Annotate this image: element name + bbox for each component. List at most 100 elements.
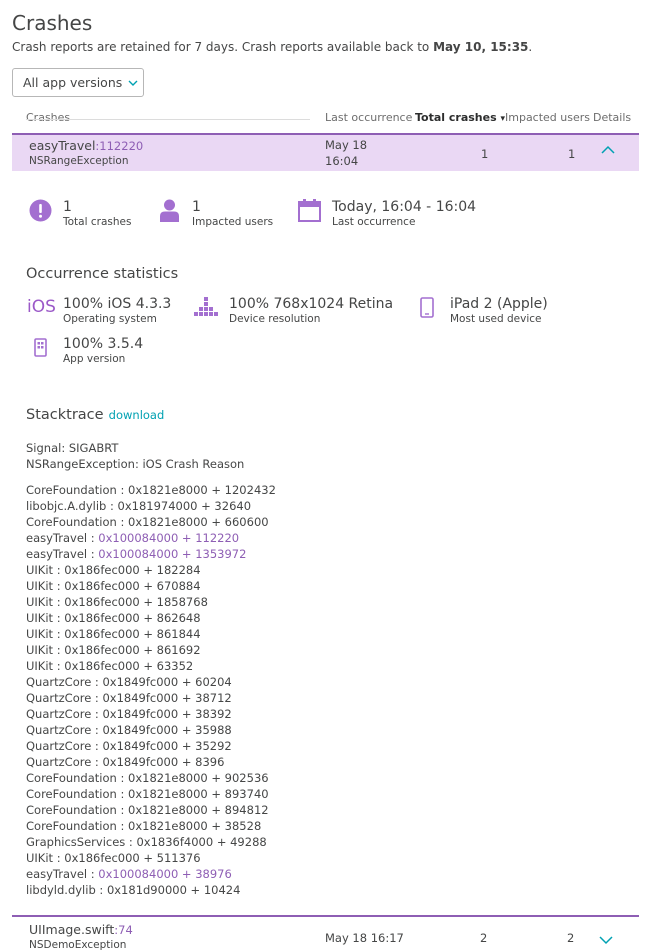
stack-frame-separator: : [53,563,65,577]
stack-frame: UIKit : 0x186fec000 + 670884 [26,579,201,593]
last-occurrence-label: Last occurrence [332,216,416,228]
stack-frame: UIKit : 0x186fec000 + 182284 [26,563,201,577]
stack-frame-separator: : [91,707,103,721]
stack-frame-address: 0x186fec000 + 862648 [64,611,201,625]
app-version-value: 100% 3.5.4 [63,336,144,352]
stack-frame-separator: : [95,883,107,897]
stack-frame-module: UIKit [26,595,54,609]
stack-frame-module: UIKit [26,643,54,657]
stack-frame: CoreFoundation : 0x1821e8000 + 902536 [26,771,269,785]
stack-frame-module: UIKit [26,627,54,641]
occurrence-heading: Occurrence statistics [26,266,179,282]
stack-frame-address: 0x181d90000 + 10424 [106,883,241,897]
stack-frame-address: 0x186fec000 + 1858768 [64,595,208,609]
crash-name-module: easyTravel [29,138,96,153]
app-version-icon [34,338,47,357]
tablet-icon [420,297,434,318]
stack-frame-module: UIKit [26,563,54,577]
crash-line-number: :112220 [95,139,144,153]
stack-frame-module: UIKit [26,611,54,625]
stack-frame-address[interactable]: 0x100084000 + 112220 [98,531,239,545]
stack-frame-address: 0x1821e8000 + 902536 [128,771,269,785]
stack-frame: QuartzCore : 0x1849fc000 + 35988 [26,723,232,737]
stack-frame: CoreFoundation : 0x1821e8000 + 660600 [26,515,269,529]
col-header-total-crashes[interactable]: Total crashes ▾ [415,111,505,124]
stack-frame-address[interactable]: 0x100084000 + 38976 [98,867,232,881]
retention-date: May 10, 15:35 [433,40,529,54]
ios-icon: iOS [27,297,56,317]
stack-frame: QuartzCore : 0x1849fc000 + 38392 [26,707,232,721]
stack-frame-address[interactable]: 0x100084000 + 1353972 [98,547,246,561]
stack-frame: QuartzCore : 0x1849fc000 + 8396 [26,755,224,769]
stack-frame: libobjc.A.dylib : 0x181974000 + 32640 [26,499,251,513]
stack-frame-address: 0x186fec000 + 861844 [64,627,201,641]
stack-frame: UIKit : 0x186fec000 + 862648 [26,611,201,625]
stack-frame-separator: : [116,787,128,801]
stack-frame: UIKit : 0x186fec000 + 63352 [26,659,193,673]
stack-frame-address: 0x1849fc000 + 38392 [102,707,232,721]
signal-line: Signal: SIGABRT [26,441,119,455]
col-header-total-crashes-label: Total crashes [415,111,497,124]
col-header-impacted-users[interactable]: Impacted users [505,111,590,124]
stack-frame-separator: : [53,659,65,673]
os-label: Operating system [63,313,157,325]
stack-frame-module: libdyld.dylib [26,883,96,897]
chevron-down-icon[interactable] [599,936,613,945]
stack-frame-separator: : [53,611,65,625]
stack-frame-module: QuartzCore [26,755,92,769]
stack-frame-separator: : [53,643,65,657]
crash-last-time: 16:04 [325,154,359,168]
chevron-up-icon[interactable] [601,145,615,154]
stack-frame-separator: : [125,835,137,849]
crash-name: easyTravel:112220 [29,138,143,153]
stack-frame-address: 0x1849fc000 + 35988 [102,723,232,737]
stack-frame: QuartzCore : 0x1849fc000 + 35292 [26,739,232,753]
stack-frame: QuartzCore : 0x1849fc000 + 38712 [26,691,232,705]
stack-frame-separator: : [106,499,118,513]
total-crashes-value: 1 [63,199,72,215]
app-version-select-value: All app versions [23,75,123,90]
stack-frame-separator: : [116,819,128,833]
stack-frame: UIKit : 0x186fec000 + 1858768 [26,595,208,609]
total-crashes-label: Total crashes [63,216,132,228]
stack-frame-module: CoreFoundation [26,787,117,801]
stack-frame-module: QuartzCore [26,723,92,737]
stack-frame-module: UIKit [26,659,54,673]
stack-frame-address: 0x1821e8000 + 893740 [128,787,269,801]
stack-frame-module: CoreFoundation [26,819,117,833]
resolution-label: Device resolution [229,313,321,325]
stack-frame: CoreFoundation : 0x1821e8000 + 893740 [26,787,269,801]
user-icon [160,199,179,222]
retention-note-text: Crash reports are retained for 7 days. C… [12,40,434,54]
stack-frame-address: 0x186fec000 + 182284 [64,563,201,577]
stack-frame-address: 0x186fec000 + 861692 [64,643,201,657]
app-version-select[interactable]: All app versions [12,68,144,97]
app-version-label: App version [63,353,126,365]
stack-frame-address: 0x1821e8000 + 660600 [128,515,269,529]
download-link[interactable]: download [109,408,165,422]
last-occurrence-value: Today, 16:04 - 16:04 [332,199,477,215]
crash-exception: NSRangeException [29,155,129,167]
stack-frame-address: 0x181974000 + 32640 [117,499,252,513]
stack-frame-separator: : [116,771,128,785]
stack-frame-address: 0x186fec000 + 670884 [64,579,201,593]
stack-frame-separator: : [87,531,99,545]
stack-frame-separator: : [53,595,65,609]
crash-total-2: 2 [480,931,488,945]
stack-frame-address: 0x1821e8000 + 894812 [128,803,269,817]
crash-exception-2: NSDemoException [29,939,127,951]
stack-frame-separator: : [91,675,103,689]
stack-frame-module: easyTravel [26,531,88,545]
stack-frame: QuartzCore : 0x1849fc000 + 60204 [26,675,232,689]
impacted-users-value: 1 [192,199,201,215]
crash-users: 1 [568,147,576,161]
stack-frame-separator: : [116,803,128,817]
stack-frame-address: 0x1849fc000 + 8396 [102,755,225,769]
stack-frame-address: 0x186fec000 + 63352 [64,659,194,673]
stack-frame-separator: : [53,579,65,593]
stack-frame-address: 0x1836f4000 + 49288 [136,835,267,849]
stack-frame: easyTravel : 0x100084000 + 1353972 [26,547,246,561]
col-header-last-occurrence[interactable]: Last occurrence [325,111,412,124]
stack-frame-module: QuartzCore [26,675,92,689]
stacktrace-header: Stacktrace download [26,404,164,423]
